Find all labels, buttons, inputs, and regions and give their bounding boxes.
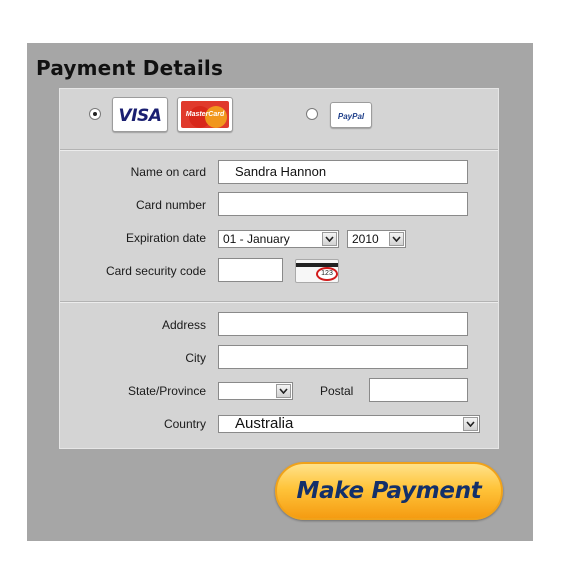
country-select[interactable]: Australia bbox=[218, 415, 480, 433]
paypal-radio[interactable] bbox=[306, 108, 318, 120]
card-number-label: Card number bbox=[135, 198, 206, 212]
expiration-month-value: 01 - January bbox=[223, 232, 290, 246]
name-on-card-label: Name on card bbox=[130, 165, 206, 179]
state-province-label: State/Province bbox=[127, 384, 206, 398]
page-title: Payment Details bbox=[36, 56, 224, 80]
section-divider bbox=[60, 149, 498, 151]
security-code-label: Card security code bbox=[105, 264, 206, 278]
chevron-down-icon[interactable] bbox=[389, 232, 404, 246]
visa-logo-text: VISA bbox=[118, 106, 162, 126]
visa-logo[interactable]: VISA bbox=[112, 97, 168, 132]
cvv-hint-number: 123 bbox=[316, 267, 338, 281]
country-value: Australia bbox=[235, 415, 294, 432]
make-payment-button[interactable]: Make Payment bbox=[275, 462, 503, 520]
mastercard-logo[interactable]: MasterCard bbox=[177, 97, 233, 132]
card-radio[interactable] bbox=[89, 108, 101, 120]
expiration-year-select[interactable]: 2010 bbox=[347, 230, 406, 248]
paypal-logo-text: PayPal bbox=[337, 112, 365, 121]
state-province-select[interactable] bbox=[218, 382, 293, 400]
city-label: City bbox=[185, 351, 206, 365]
cvv-hint-icon: 123 bbox=[295, 259, 339, 283]
chevron-down-icon[interactable] bbox=[276, 384, 291, 398]
make-payment-label: Make Payment bbox=[296, 478, 482, 504]
name-on-card-field[interactable]: Sandra Hannon bbox=[218, 160, 468, 184]
city-field[interactable] bbox=[218, 345, 468, 369]
expiration-date-label: Expiration date bbox=[125, 231, 206, 245]
section-divider bbox=[60, 301, 498, 303]
expiration-month-select[interactable]: 01 - January bbox=[218, 230, 339, 248]
security-code-field[interactable] bbox=[218, 258, 283, 282]
paypal-logo[interactable]: PayPal bbox=[330, 102, 372, 128]
address-field[interactable] bbox=[218, 312, 468, 336]
mastercard-logo-text: MasterCard bbox=[185, 111, 225, 118]
postal-field[interactable] bbox=[369, 378, 468, 402]
card-number-field[interactable] bbox=[218, 192, 468, 216]
chevron-down-icon[interactable] bbox=[463, 417, 478, 431]
chevron-down-icon[interactable] bbox=[322, 232, 337, 246]
country-label: Country bbox=[163, 417, 206, 431]
expiration-year-value: 2010 bbox=[352, 232, 379, 246]
address-label: Address bbox=[161, 318, 206, 332]
postal-label: Postal bbox=[320, 384, 354, 398]
